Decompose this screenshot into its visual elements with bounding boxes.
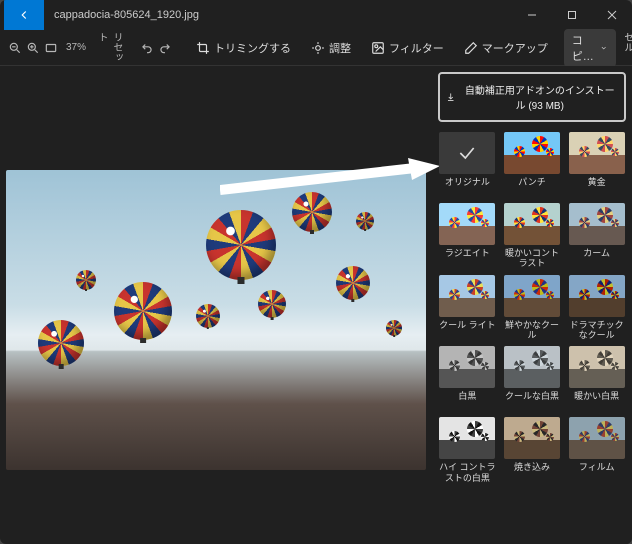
install-addon-button[interactable]: 自動補正用アドオンのインストール (93 MB) xyxy=(438,72,626,122)
filter-icon xyxy=(371,41,385,55)
filter-thumb xyxy=(569,275,625,317)
filter-label: フィルター xyxy=(389,40,444,56)
filter-item-calm[interactable]: カーム xyxy=(567,203,626,269)
undo-icon xyxy=(140,41,154,55)
filter-item-drama[interactable]: ドラマチックなクール xyxy=(567,275,626,341)
filter-thumb xyxy=(569,346,625,388)
filter-label: 焼き込み xyxy=(514,462,550,482)
filter-panel: 自動補正用アドオンのインストール (93 MB) オリジナル パンチ 黄金ラジエイト… xyxy=(432,66,632,544)
filter-thumb xyxy=(504,132,560,174)
filter-thumb xyxy=(439,203,495,245)
filter-label: クール ライト xyxy=(439,320,496,340)
file-title: cappadocia-805624_1920.jpg xyxy=(50,9,506,21)
filter-grid: オリジナル パンチ 黄金ラジエイト暖かいコントラスト カームクール ライト鮮やかなクー… xyxy=(438,132,626,483)
download-icon xyxy=(446,91,455,103)
filter-item-bw[interactable]: 白黒 xyxy=(438,346,497,411)
filter-button[interactable]: フィルター xyxy=(363,36,452,60)
adjust-icon xyxy=(311,41,325,55)
filter-thumb xyxy=(569,203,625,245)
filter-thumb xyxy=(504,346,560,388)
canvas[interactable] xyxy=(0,66,432,544)
filter-item-gold[interactable]: 黄金 xyxy=(567,132,626,197)
copy-button[interactable]: コピ… xyxy=(564,29,616,67)
filter-thumb xyxy=(439,346,495,388)
filter-label: 黄金 xyxy=(588,177,606,197)
crop-label: トリミングする xyxy=(214,40,291,56)
filter-thumb xyxy=(569,417,625,459)
markup-label: マークアップ xyxy=(482,40,548,56)
filter-item-warmbw[interactable]: 暖かい白黒 xyxy=(567,346,626,411)
filter-label: ハイ コントラストの白黒 xyxy=(438,462,497,483)
zoom-out-button[interactable] xyxy=(8,37,22,59)
filter-label: 鮮やかなクール xyxy=(503,320,562,341)
filter-item-vivid[interactable]: 鮮やかなクール xyxy=(503,275,562,341)
filter-thumb xyxy=(504,203,560,245)
reset-button[interactable]: リセット xyxy=(94,30,124,65)
arrow-left-icon xyxy=(17,8,31,22)
zoom-in-button[interactable] xyxy=(26,37,40,59)
image-preview xyxy=(6,170,426,470)
minimize-button[interactable] xyxy=(512,0,552,30)
markup-icon xyxy=(464,41,478,55)
filter-item-punch[interactable]: パンチ xyxy=(503,132,562,197)
fit-button[interactable] xyxy=(44,37,58,59)
crop-icon xyxy=(196,41,210,55)
content: 自動補正用アドオンのインストール (93 MB) オリジナル パンチ 黄金ラジエイト… xyxy=(0,66,632,544)
filter-item-original[interactable]: オリジナル xyxy=(438,132,497,197)
crop-button[interactable]: トリミングする xyxy=(188,36,299,60)
app-window: cappadocia-805624_1920.jpg 37% リセット xyxy=(0,0,632,544)
filter-thumb xyxy=(439,417,495,459)
install-addon-label: 自動補正用アドオンのインストール (93 MB) xyxy=(461,82,618,112)
titlebar: cappadocia-805624_1920.jpg xyxy=(0,0,632,30)
filter-item-coollt[interactable]: クール ライト xyxy=(438,275,497,341)
filter-item-burn[interactable]: 焼き込み xyxy=(503,417,562,483)
undo-button[interactable] xyxy=(140,37,154,59)
filter-label: 暖かい白黒 xyxy=(574,391,619,411)
maximize-button[interactable] xyxy=(552,0,592,30)
filter-thumb xyxy=(439,275,495,317)
adjust-label: 調整 xyxy=(329,40,351,56)
filter-label: パンチ xyxy=(518,177,545,197)
filter-label: 白黒 xyxy=(458,391,476,411)
filter-thumb xyxy=(569,132,625,174)
filter-thumb xyxy=(439,132,495,174)
filter-item-film[interactable]: フィルム xyxy=(567,417,626,483)
filter-label: ラジエイト xyxy=(445,248,490,268)
adjust-button[interactable]: 調整 xyxy=(303,36,359,60)
window-controls xyxy=(512,0,632,30)
filter-item-hibw[interactable]: ハイ コントラストの白黒 xyxy=(438,417,497,483)
zoom-out-icon xyxy=(8,41,22,55)
filter-label: カーム xyxy=(583,248,610,268)
filter-thumb xyxy=(504,417,560,459)
close-button[interactable] xyxy=(592,0,632,30)
filter-thumb xyxy=(504,275,560,317)
fit-icon xyxy=(44,41,58,55)
chevron-down-icon xyxy=(600,43,607,53)
redo-icon xyxy=(158,41,172,55)
filter-label: ドラマチックなクール xyxy=(567,320,626,341)
filter-item-radiate[interactable]: ラジエイト xyxy=(438,203,497,269)
copy-label: コピ… xyxy=(572,32,597,64)
redo-button[interactable] xyxy=(158,37,172,59)
filter-label: 暖かいコントラスト xyxy=(503,248,562,269)
close-icon xyxy=(607,10,617,20)
maximize-icon xyxy=(567,10,577,20)
filter-item-coolbw[interactable]: クールな白黒 xyxy=(503,346,562,411)
filter-label: オリジナル xyxy=(445,177,490,197)
zoom-in-icon xyxy=(26,41,40,55)
zoom-level: 37% xyxy=(62,42,90,53)
filter-item-warm[interactable]: 暖かいコントラスト xyxy=(503,203,562,269)
filter-label: クールな白黒 xyxy=(505,391,559,411)
minimize-icon xyxy=(527,10,537,20)
back-button[interactable] xyxy=(4,0,44,30)
filter-label: フィルム xyxy=(579,462,615,482)
cancel-button[interactable]: キャンセル xyxy=(620,30,632,65)
toolbar: 37% リセット トリミングする 調整 フィルター マークアップ コピ… xyxy=(0,30,632,66)
markup-button[interactable]: マークアップ xyxy=(456,36,556,60)
